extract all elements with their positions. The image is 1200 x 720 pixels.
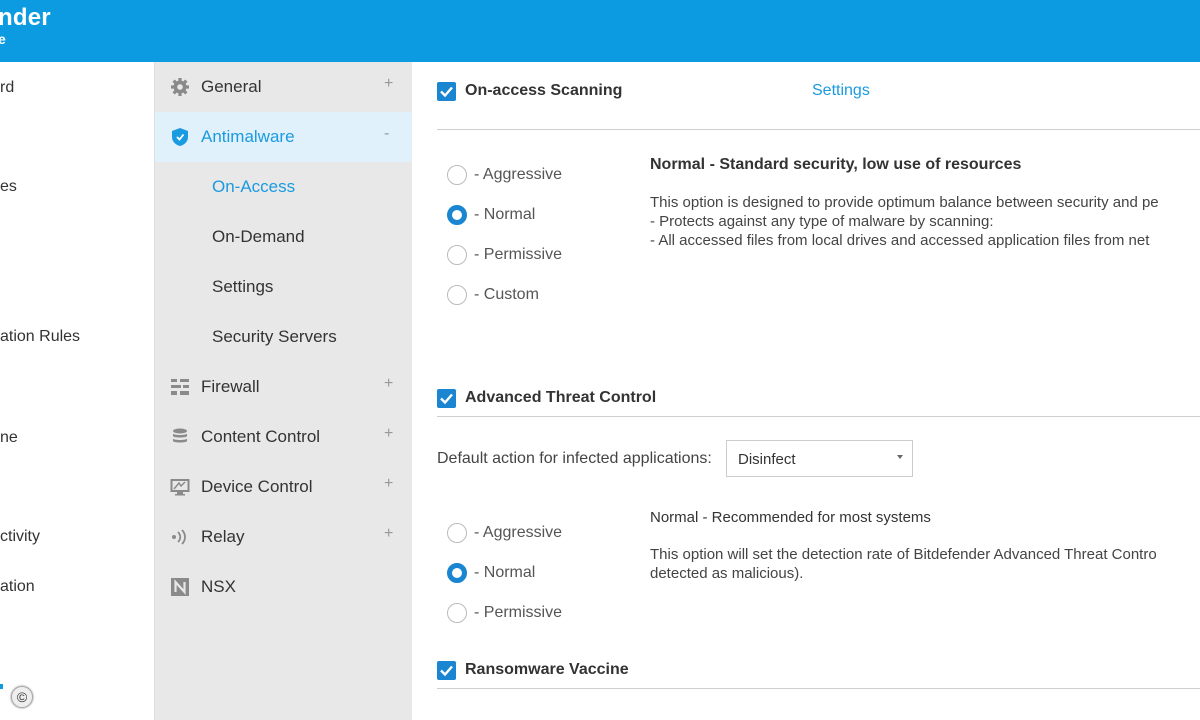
section-antimalware[interactable]: Antimalware -: [155, 112, 412, 162]
settings-link[interactable]: Settings: [812, 82, 870, 100]
chevron-down-icon: [897, 455, 903, 459]
section-label: NSX: [201, 577, 236, 596]
radio-label: - Aggressive: [474, 166, 563, 183]
atc-description-line: detected as malicious).: [650, 565, 804, 582]
ransomware-vaccine-checkbox[interactable]: [437, 661, 456, 680]
section-nsx[interactable]: NSX: [155, 562, 412, 612]
section-label: Firewall: [201, 377, 260, 396]
section-relay[interactable]: Relay +: [155, 512, 412, 562]
radio-aggressive[interactable]: [447, 523, 467, 543]
checkmark-icon: [440, 665, 453, 677]
level-description-line: This option is designed to provide optim…: [650, 194, 1159, 211]
gear-icon: [170, 77, 190, 97]
brand-logo-text: nder: [0, 4, 51, 31]
sidebar-item-quarantine[interactable]: ne: [0, 429, 18, 447]
subnav-item-on-demand[interactable]: On-Demand: [212, 227, 305, 247]
atc-description-line: This option will set the detection rate …: [650, 546, 1157, 563]
section-title: Advanced Threat Control: [465, 389, 657, 406]
default-action-select[interactable]: Disinfect: [726, 440, 913, 477]
expand-toggle[interactable]: +: [384, 525, 393, 543]
sidebar-item-user-activity[interactable]: ctivity: [0, 528, 40, 546]
sidebar-item-policies[interactable]: es: [0, 178, 17, 196]
radio-aggressive[interactable]: [447, 165, 467, 185]
main-content: On-access Scanning Settings - Aggressive…: [412, 62, 1200, 720]
section-firewall[interactable]: Firewall +: [155, 362, 412, 412]
select-value: Disinfect: [738, 451, 796, 468]
database-icon: [170, 427, 190, 447]
radio-custom[interactable]: [447, 285, 467, 305]
expand-toggle[interactable]: +: [384, 475, 393, 493]
radio-label: - Normal: [474, 206, 536, 223]
radio-permissive[interactable]: [447, 245, 467, 265]
expand-toggle[interactable]: +: [384, 375, 393, 393]
copyright-icon: ©: [11, 686, 33, 708]
level-description-line: - All accessed files from local drives a…: [650, 232, 1150, 249]
radio-normal[interactable]: [447, 563, 467, 583]
checkmark-icon: [440, 393, 453, 405]
atc-description-title: Normal - Recommended for most systems: [650, 509, 931, 526]
firewall-icon: [170, 377, 190, 397]
on-access-scanning-checkbox[interactable]: [437, 82, 456, 101]
radio-label: - Permissive: [474, 246, 563, 263]
advanced-threat-control-header: Advanced Threat Control: [437, 389, 1200, 417]
radio-label: - Permissive: [474, 604, 563, 621]
shield-icon: [170, 127, 190, 147]
section-label: Antimalware: [201, 127, 295, 146]
subnav-item-security-servers[interactable]: Security Servers: [212, 327, 337, 347]
brand-logo-subtext: e: [0, 31, 6, 47]
sidebar-item-dashboard[interactable]: rd: [0, 79, 14, 97]
level-description-line: - Protects against any type of malware b…: [650, 213, 994, 230]
radio-label: - Normal: [474, 564, 536, 581]
relay-icon: [170, 527, 190, 547]
on-access-scanning-header: On-access Scanning Settings: [437, 82, 1200, 130]
subnav-item-settings[interactable]: Settings: [212, 277, 273, 297]
top-bar: nder e: [0, 0, 1200, 62]
policy-section-nav: General + Antimalware - On-Access On-Dem…: [155, 62, 412, 720]
radio-permissive[interactable]: [447, 603, 467, 623]
default-action-label: Default action for infected applications…: [437, 450, 712, 467]
radio-label: - Custom: [474, 286, 539, 303]
section-title: On-access Scanning: [465, 82, 623, 99]
sidebar-item-configuration[interactable]: ation: [0, 578, 35, 596]
monitor-icon: [170, 477, 190, 497]
main-sidebar: rd es ation Rules ne ctivity ation: [0, 62, 155, 720]
section-content-control[interactable]: Content Control +: [155, 412, 412, 462]
section-label: Device Control: [201, 477, 313, 496]
sidebar-item-assignation-rules[interactable]: ation Rules: [0, 328, 80, 346]
radio-label: - Aggressive: [474, 524, 563, 541]
expand-toggle[interactable]: +: [384, 75, 393, 93]
sidebar-edge-mark: [0, 684, 3, 689]
level-description-title: Normal - Standard security, low use of r…: [650, 156, 1022, 173]
collapse-toggle[interactable]: -: [384, 125, 389, 143]
expand-toggle[interactable]: +: [384, 425, 393, 443]
ransomware-vaccine-header: Ransomware Vaccine: [437, 661, 1200, 689]
section-label: Content Control: [201, 427, 321, 446]
section-title: Ransomware Vaccine: [465, 661, 629, 678]
section-label: General: [201, 77, 262, 96]
section-device-control[interactable]: Device Control +: [155, 462, 412, 512]
subnav-item-on-access[interactable]: On-Access: [212, 177, 295, 197]
nsx-icon: [170, 577, 190, 597]
section-label: Relay: [201, 527, 245, 546]
advanced-threat-control-checkbox[interactable]: [437, 389, 456, 408]
checkmark-icon: [440, 86, 453, 98]
radio-normal[interactable]: [447, 205, 467, 225]
section-general[interactable]: General +: [155, 62, 412, 112]
